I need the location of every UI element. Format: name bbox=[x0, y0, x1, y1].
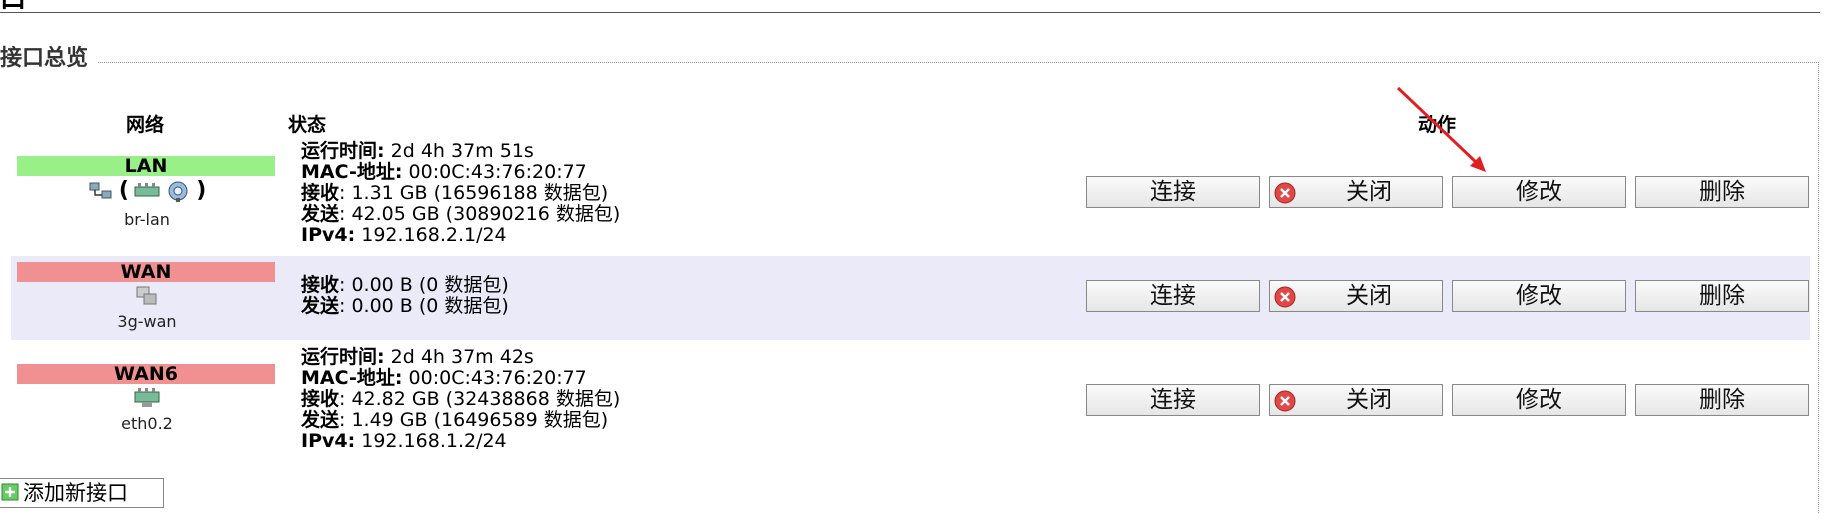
add-icon bbox=[1, 483, 19, 501]
add-interface-button[interactable]: 添加新接口 bbox=[0, 478, 164, 508]
annotation-arrow-icon bbox=[1396, 86, 1486, 172]
add-interface-label: 添加新接口 bbox=[23, 481, 128, 505]
